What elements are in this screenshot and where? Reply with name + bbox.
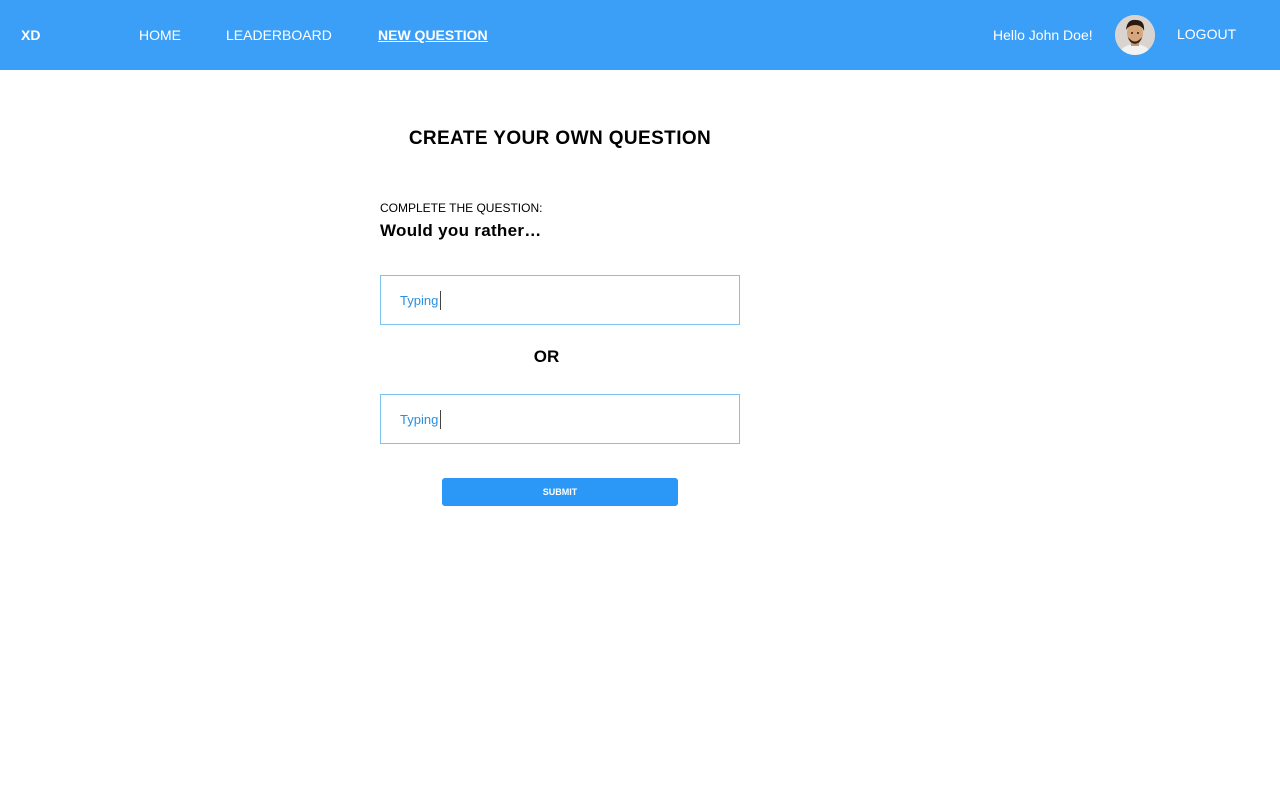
question-instruction: COMPLETE THE QUESTION: xyxy=(380,201,543,215)
brand-logo[interactable]: XD xyxy=(21,27,40,43)
nav-new-question-link[interactable]: NEW QUESTION xyxy=(378,27,488,43)
avatar-photo-icon xyxy=(1115,15,1155,55)
option-two-value: Typing xyxy=(400,412,439,427)
page-title: CREATE YOUR OWN QUESTION xyxy=(408,128,712,149)
nav-leaderboard-link[interactable]: LEADERBOARD xyxy=(226,27,332,43)
or-separator: OR xyxy=(533,347,560,366)
user-greeting: Hello John Doe! xyxy=(993,27,1093,43)
top-navbar: XD HOME LEADERBOARD NEW QUESTION Hello J… xyxy=(0,0,1280,70)
question-prompt: Would you rather… xyxy=(380,221,542,240)
option-one-value: Typing xyxy=(400,293,439,308)
text-caret xyxy=(440,409,442,429)
option-two-value-wrap: Typing xyxy=(400,409,442,429)
option-one-value-wrap: Typing xyxy=(400,290,442,310)
option-one-input[interactable]: Typing xyxy=(380,275,740,325)
nav-home-link[interactable]: HOME xyxy=(139,27,181,43)
option-two-input[interactable]: Typing xyxy=(380,394,740,444)
text-caret xyxy=(440,290,442,310)
submit-button[interactable]: SUBMIT xyxy=(442,478,678,506)
logout-button[interactable]: LOGOUT xyxy=(1177,26,1236,42)
user-avatar[interactable] xyxy=(1115,15,1155,55)
